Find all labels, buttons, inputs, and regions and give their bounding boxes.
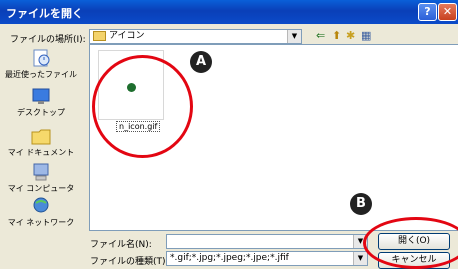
- computer-icon: [30, 162, 52, 182]
- view-menu-icon[interactable]: ▦: [361, 29, 371, 42]
- help-button[interactable]: ?: [418, 3, 437, 21]
- place-documents[interactable]: マイ ドキュメント: [4, 126, 78, 158]
- filetype-select[interactable]: *.gif;*.jpg;*.jpeg;*.jpe;*.jfif ▼: [166, 251, 368, 266]
- place-label: 最近使ったファイル: [5, 70, 77, 79]
- title-bar: ファイルを開く ? ✕: [0, 0, 458, 24]
- desktop-icon: [30, 86, 52, 106]
- documents-folder-icon: [30, 126, 52, 146]
- back-icon[interactable]: ⇐: [316, 29, 325, 42]
- chevron-down-icon[interactable]: ▼: [287, 30, 301, 43]
- folder-icon: [93, 30, 106, 41]
- place-label: マイ ドキュメント: [7, 148, 75, 157]
- place-network[interactable]: マイ ネットワーク: [4, 196, 78, 228]
- annotation-badge-b: B: [350, 193, 372, 215]
- place-label: マイ コンピュータ: [7, 184, 75, 193]
- place-computer[interactable]: マイ コンピュータ: [4, 162, 78, 194]
- annotation-circle-a: [92, 55, 193, 158]
- place-recent[interactable]: 最近使ったファイル: [4, 48, 78, 80]
- filename-input[interactable]: ▼: [166, 234, 368, 249]
- up-folder-icon[interactable]: ⬆: [332, 29, 341, 42]
- filetype-value: *.gif;*.jpg;*.jpeg;*.jpe;*.jfif: [170, 253, 289, 263]
- location-value: アイコン: [109, 31, 145, 41]
- annotation-circle-b: [363, 217, 458, 269]
- new-folder-icon[interactable]: ✱: [346, 29, 355, 42]
- annotation-badge-a: A: [190, 51, 212, 73]
- place-label: デスクトップ: [17, 108, 65, 117]
- location-combo[interactable]: アイコン ▼: [89, 29, 302, 44]
- close-button[interactable]: ✕: [438, 3, 457, 21]
- place-desktop[interactable]: デスクトップ: [4, 86, 78, 118]
- filename-label: ファイル名(N):: [90, 240, 152, 250]
- network-icon: [30, 196, 52, 216]
- chevron-down-icon[interactable]: ▼: [353, 252, 367, 265]
- places-bar: 最近使ったファイル デスクトップ マイ ドキュメント マイ コンピュータ マイ …: [4, 44, 78, 229]
- filetype-label: ファイルの種類(T):: [90, 257, 169, 267]
- window-title: ファイルを開く: [6, 7, 83, 20]
- place-label: マイ ネットワーク: [7, 218, 75, 227]
- recent-files-icon: [30, 48, 52, 68]
